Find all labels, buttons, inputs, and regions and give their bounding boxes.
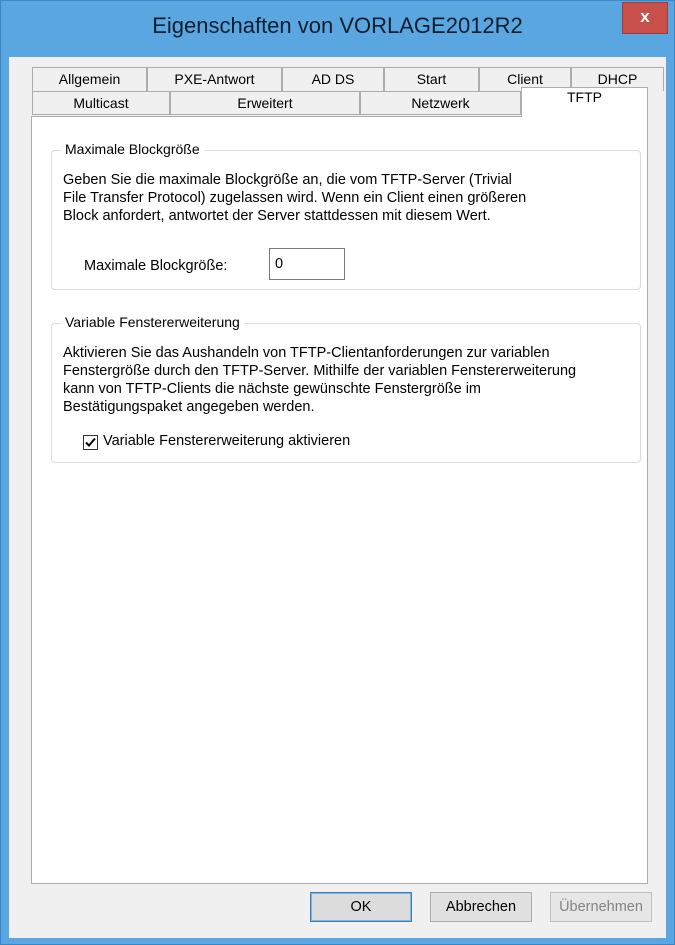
window-title: Eigenschaften von VORLAGE2012R2 (152, 13, 523, 38)
tftp-tab-panel: Maximale Blockgröße Geben Sie die maxima… (31, 116, 648, 884)
close-button[interactable]: x (622, 2, 668, 34)
window-extension-description: Aktivieren Sie das Aushandeln von TFTP-C… (63, 344, 638, 416)
block-size-description-line: File Transfer Protocol) zugelassen wird.… (63, 190, 527, 206)
tab-start[interactable]: Start (384, 67, 479, 91)
title-bar[interactable]: Eigenschaften von VORLAGE2012R2 x (1, 1, 674, 57)
tab-tftp[interactable]: TFTP (521, 87, 648, 117)
tab-multicast[interactable]: Multicast (32, 91, 170, 115)
block-size-group-title: Maximale Blockgröße (61, 141, 204, 157)
window-extension-group-title: Variable Fenstererweiterung (61, 314, 244, 330)
close-icon: x (640, 7, 650, 26)
block-size-input[interactable] (269, 248, 345, 280)
properties-dialog: Eigenschaften von VORLAGE2012R2 x Allgem… (0, 0, 675, 945)
tab-erweitert[interactable]: Erweitert (170, 91, 360, 115)
cancel-button[interactable]: Abbrechen (430, 892, 532, 922)
tab-pxe-antwort[interactable]: PXE-Antwort (147, 67, 282, 91)
block-size-label: Maximale Blockgröße: (84, 258, 228, 274)
window-extension-group: Variable Fenstererweiterung Aktivieren S… (51, 314, 641, 463)
window-extension-description-line: Bestätigungspaket angegeben werden. (63, 399, 315, 415)
tab-netzwerk[interactable]: Netzwerk (360, 91, 521, 115)
block-size-description-line: Geben Sie die maximale Blockgröße an, di… (63, 172, 512, 188)
apply-button[interactable]: Übernehmen (550, 892, 652, 922)
window-extension-checkbox-label[interactable]: Variable Fenstererweiterung aktivieren (103, 433, 350, 449)
tab-allgemein[interactable]: Allgemein (32, 67, 147, 91)
block-size-description-line: Block anfordert, antwortet der Server st… (63, 208, 491, 224)
block-size-description: Geben Sie die maximale Blockgröße an, di… (63, 171, 633, 225)
window-extension-description-line: Fenstergröße durch den TFTP-Server. Mith… (63, 363, 577, 379)
window-extension-description-line: Aktivieren Sie das Aushandeln von TFTP-C… (63, 345, 550, 361)
dialog-client-area: Allgemein PXE-Antwort AD DS Start Client… (9, 57, 666, 938)
checkmark-icon (85, 437, 96, 447)
window-extension-checkbox[interactable] (83, 435, 98, 450)
block-size-group: Maximale Blockgröße Geben Sie die maxima… (51, 141, 641, 290)
ok-button[interactable]: OK (310, 892, 412, 922)
tab-ad-ds[interactable]: AD DS (282, 67, 384, 91)
window-extension-description-line: kann von TFTP-Clients die nächste gewüns… (63, 381, 482, 397)
